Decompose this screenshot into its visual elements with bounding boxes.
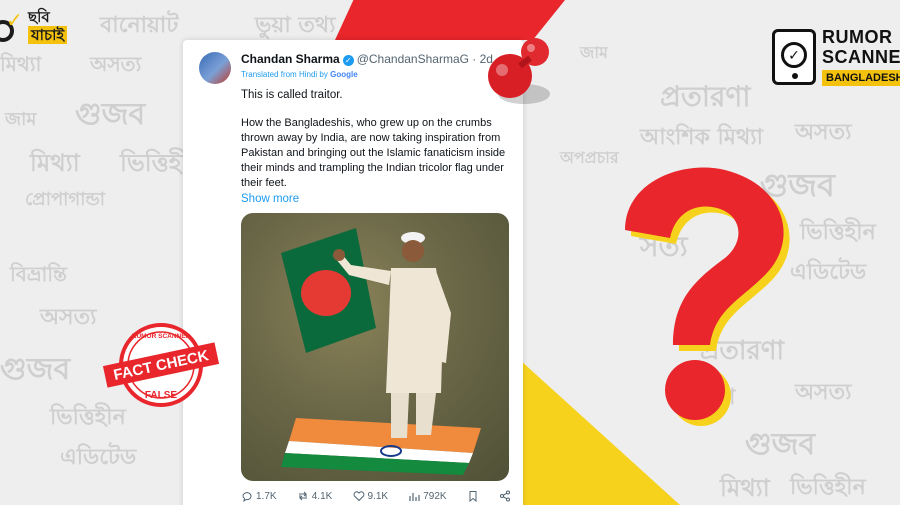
bg-word: অসত্য (795, 120, 852, 145)
share-icon (499, 490, 510, 502)
reply-button[interactable]: 1.7K (241, 490, 277, 502)
rumor-scanner-logo: ✓ RUMOR SCANNER BANGLADESH (772, 27, 900, 87)
phone-icon: ✓ (772, 29, 816, 85)
bg-word: গুজব (75, 97, 146, 132)
repost-button[interactable]: 4.1K (297, 490, 333, 502)
logo-scanner-text: SCANNER (822, 47, 900, 67)
share-button[interactable] (499, 490, 511, 502)
fact-check-false-stamp: RUMOR SCANNER FACT CHECK FALSE (102, 323, 220, 407)
logo-mark-icon: ✓ (0, 6, 28, 46)
show-more-link[interactable]: Show more (241, 193, 299, 205)
bg-word: ভিত্তিহীন (790, 475, 866, 500)
tweet-header: Chandan Sharma ✓ @ChandanSharmaG · 2d (241, 52, 493, 66)
bangladesh-flag (281, 228, 376, 353)
like-count: 9.1K (367, 490, 389, 502)
views-count: 792K (423, 490, 447, 502)
logo-bangladesh-text: BANGLADESH (822, 70, 900, 86)
bg-word: প্রতারণা (660, 80, 751, 113)
bg-word: অসত্য (40, 305, 97, 330)
question-mark-icon (625, 167, 790, 426)
chobi-jachai-logo: ✓ ছবি যাচাই (0, 6, 68, 46)
bg-word: মিথ্যা (720, 474, 770, 502)
tweet-actions: 1.7K 4.1K 9.1K 792K (241, 490, 511, 502)
photo-scene (281, 228, 481, 475)
views-button[interactable]: 792K (408, 490, 447, 502)
bg-word: বিভ্রান্তি (10, 262, 67, 286)
repost-icon (298, 491, 307, 501)
logo-line1: ছবি (28, 8, 50, 26)
verified-badge-icon: ✓ (342, 55, 354, 66)
logo-rumor-text: RUMOR (822, 27, 893, 47)
push-pin-icon (488, 38, 550, 104)
repost-count: 4.1K (311, 490, 333, 502)
stamp-false-text: FALSE (145, 390, 178, 401)
tweet-text-line1: This is called traitor. (241, 89, 343, 101)
logo-line2: যাচাই (28, 26, 68, 44)
bookmark-icon (469, 491, 477, 502)
author-avatar[interactable] (199, 52, 231, 84)
bg-word: গুজব (0, 352, 71, 387)
bg-word: অসত্য (90, 52, 142, 76)
views-chart-icon (409, 493, 420, 501)
google-brand: Google (330, 70, 358, 79)
bg-word: আংশিক মিথ্যা (640, 125, 764, 150)
like-button[interactable]: 9.1K (353, 490, 389, 502)
bg-word: মিথ্যা (30, 149, 80, 177)
translation-note: Translated from Hindi by Google (241, 70, 358, 79)
bg-word: এডিটেড (60, 445, 137, 470)
reply-count: 1.7K (256, 490, 277, 502)
bg-word: জাম (5, 109, 37, 130)
translated-prefix: Translated from Hindi by (241, 70, 328, 79)
bg-word: জাম (580, 43, 608, 62)
bg-word: মিথ্যা (0, 52, 42, 76)
author-name[interactable]: Chandan Sharma (241, 52, 340, 66)
heart-icon (353, 491, 364, 502)
bg-word: প্রোপাগান্ডা (25, 189, 106, 210)
indian-flag (281, 418, 481, 475)
reply-icon (242, 492, 252, 502)
bg-word: বানোয়াট (100, 13, 179, 38)
author-handle[interactable]: @ChandanSharmaG · 2d (357, 52, 493, 66)
tweet-text-body: How the Bangladeshis, who grew up on the… (241, 117, 506, 189)
tweet-photo[interactable] (241, 213, 509, 481)
tweet-card: Chandan Sharma ✓ @ChandanSharmaG · 2d Tran… (183, 40, 523, 505)
stamp-top-text: RUMOR SCANNER (132, 333, 191, 340)
bookmark-button[interactable] (467, 490, 479, 502)
